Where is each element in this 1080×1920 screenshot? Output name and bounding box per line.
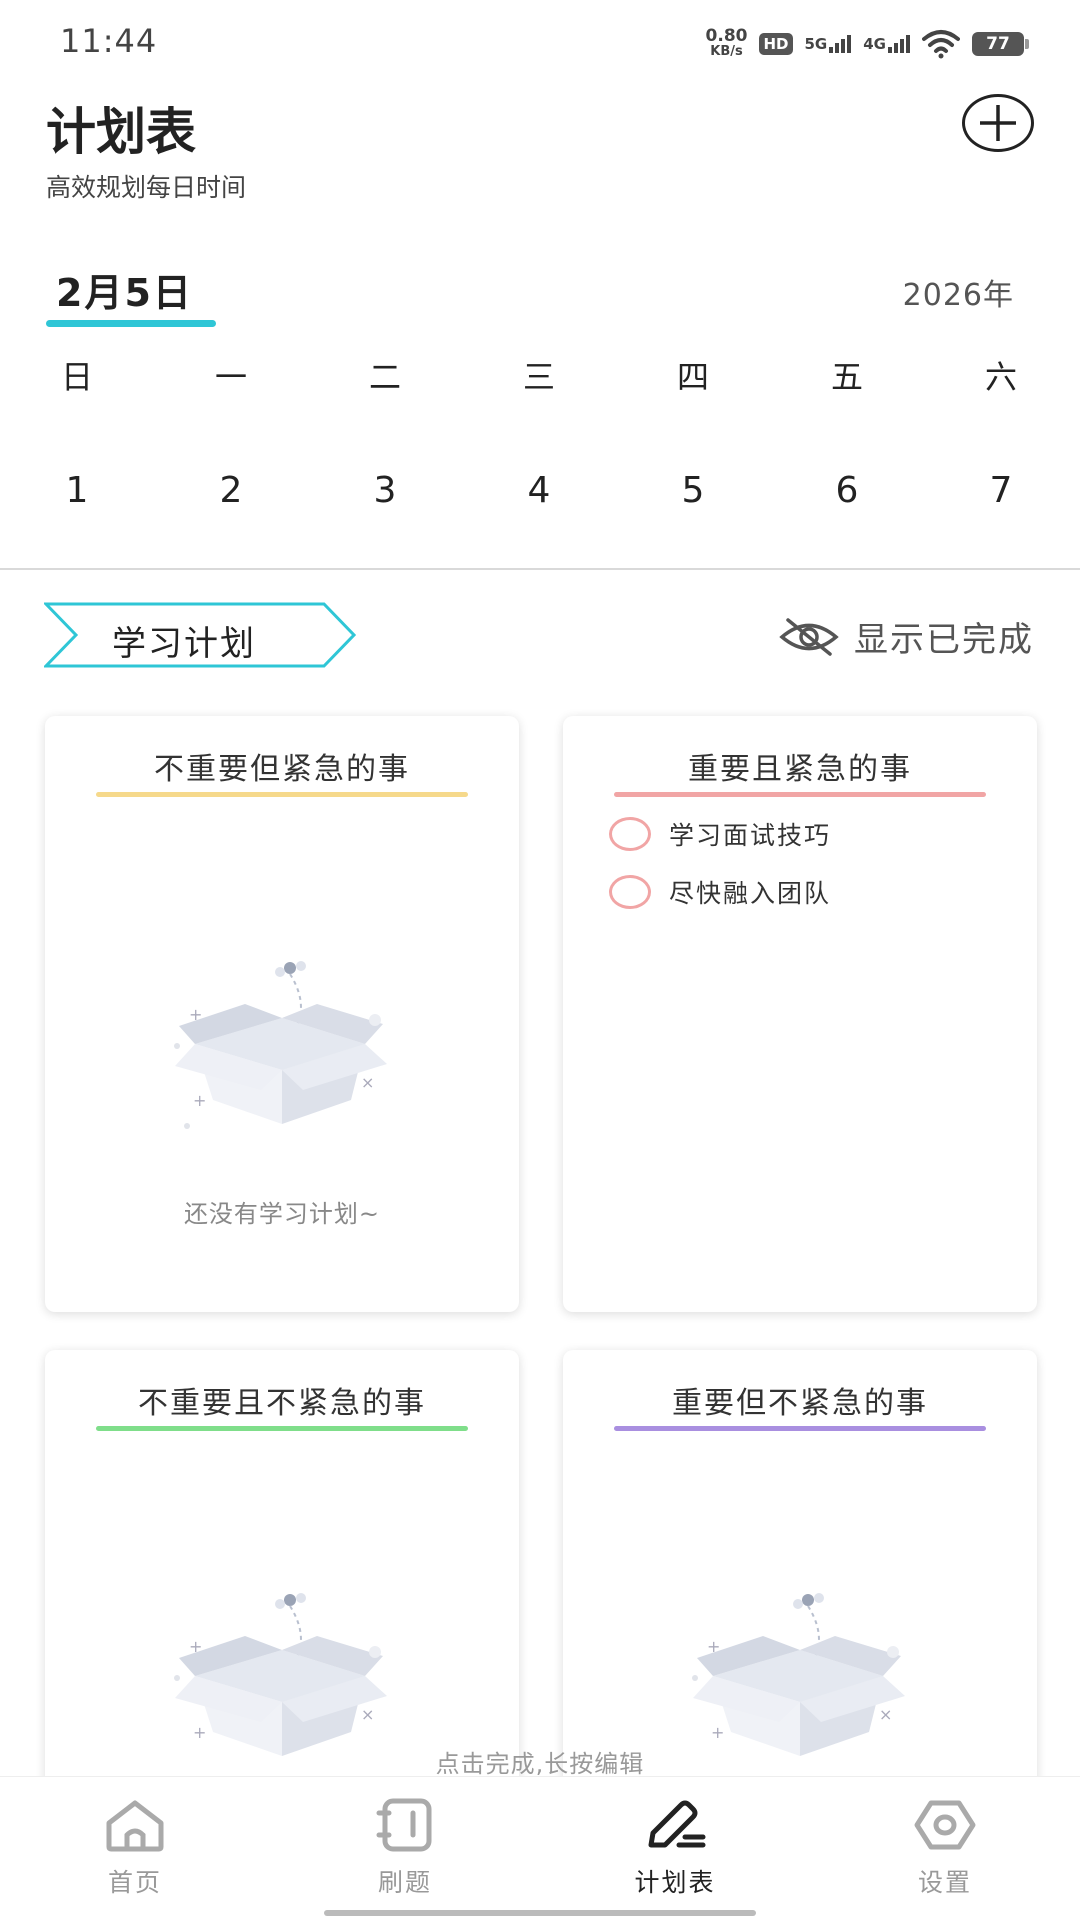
nav-label: 计划表 xyxy=(634,1868,716,1897)
day-cell[interactable]: 5 xyxy=(653,470,733,511)
svg-text:×: × xyxy=(879,1705,892,1724)
task-label: 学习面试技巧 xyxy=(669,821,832,850)
nav-item-practice[interactable]: 刷题 xyxy=(325,1797,485,1907)
weekday-fri: 五 xyxy=(830,358,863,396)
home-icon xyxy=(106,1800,164,1852)
sim1-label: 5G xyxy=(804,35,828,53)
wifi-icon xyxy=(922,30,960,59)
nav-item-planner[interactable]: 计划表 xyxy=(595,1797,755,1907)
quadrant-color-line xyxy=(614,792,986,797)
svg-text:+: + xyxy=(707,1637,720,1656)
nav-item-settings[interactable]: 设置 xyxy=(865,1797,1025,1907)
network-speed-unit: KB/s xyxy=(710,44,743,59)
signal-4g-icon: 4G xyxy=(863,35,910,53)
day-cell[interactable]: 2 xyxy=(191,470,271,511)
nav-label: 刷题 xyxy=(377,1868,432,1897)
selected-date[interactable]: 2月5日 xyxy=(56,262,193,317)
quadrant-title: 不重要但紧急的事 xyxy=(154,752,410,787)
hd-icon: HD xyxy=(759,33,793,55)
svg-text:×: × xyxy=(361,1073,374,1092)
nav-item-home[interactable]: 首页 xyxy=(55,1797,215,1907)
svg-text:+: + xyxy=(189,1637,202,1656)
notebook-icon xyxy=(376,1798,432,1852)
weekday-mon: 一 xyxy=(214,358,247,396)
battery-level: 77 xyxy=(986,34,1010,54)
weekday-sun: 日 xyxy=(60,358,93,396)
task-item[interactable]: 尽快融入团队 xyxy=(609,874,831,910)
day-cell[interactable]: 4 xyxy=(499,470,579,511)
weekday-thu: 四 xyxy=(676,358,709,396)
eye-off-icon xyxy=(779,617,839,656)
page-title: 计划表 xyxy=(46,103,196,161)
show-completed-toggle[interactable]: 显示已完成 xyxy=(778,612,1034,661)
empty-state-text: 还没有学习计划~ xyxy=(183,1200,381,1228)
home-indicator[interactable] xyxy=(324,1910,756,1916)
quadrant-title: 不重要且不紧急的事 xyxy=(138,1386,426,1421)
page-subtitle: 高效规划每日时间 xyxy=(46,173,247,202)
bottom-nav: 首页 刷题 计划表 设置 xyxy=(0,1776,1080,1920)
task-checkbox[interactable] xyxy=(609,817,651,851)
show-completed-label: 显示已完成 xyxy=(854,620,1034,660)
status-bar: 11:44 0.80 KB/s HD 5G 4G 77 xyxy=(0,0,1080,80)
sim2-label: 4G xyxy=(863,35,886,53)
quadrant-card-not-urgent-not-important: 不重要且不紧急的事 + + × xyxy=(45,1350,519,1790)
quadrant-card-urgent-important: 重要且紧急的事 学习面试技巧 尽快融入团队 xyxy=(563,716,1037,1312)
weekday-header: 日 一 二 三 四 五 六 xyxy=(0,352,1080,402)
quadrant-color-line xyxy=(96,1426,468,1431)
task-checkbox[interactable] xyxy=(609,875,651,909)
weekday-wed: 三 xyxy=(522,358,555,396)
empty-box-illustration: + + × xyxy=(174,961,387,1129)
task-label: 尽快融入团队 xyxy=(669,879,832,908)
pencil-icon xyxy=(648,1800,706,1848)
svg-text:+: + xyxy=(189,1005,202,1024)
plan-category-tag[interactable]: 学习计划 xyxy=(44,602,356,668)
day-selector: 1 2 3 4 5 6 7 xyxy=(0,470,1080,520)
svg-text:+: + xyxy=(193,1723,206,1742)
svg-text:+: + xyxy=(711,1723,724,1742)
divider xyxy=(0,568,1080,570)
weekday-tue: 二 xyxy=(368,358,401,396)
usage-hint: 点击完成,长按编辑 xyxy=(435,1750,645,1778)
day-cell[interactable]: 3 xyxy=(345,470,425,511)
nav-label: 首页 xyxy=(107,1868,162,1897)
svg-text:×: × xyxy=(361,1705,374,1724)
year-label: 2026年 xyxy=(902,278,1014,313)
network-speed-value: 0.80 xyxy=(705,26,748,46)
date-underline xyxy=(46,320,216,327)
settings-icon xyxy=(914,1800,976,1850)
quadrant-title: 重要且紧急的事 xyxy=(688,752,912,787)
quadrant-color-line xyxy=(96,792,468,797)
plan-category-label: 学习计划 xyxy=(112,624,256,664)
day-cell[interactable]: 1 xyxy=(37,470,117,511)
task-item[interactable]: 学习面试技巧 xyxy=(609,816,831,852)
plus-circle-icon xyxy=(980,105,1016,141)
quadrant-color-line xyxy=(614,1426,986,1431)
nav-label: 设置 xyxy=(917,1868,972,1897)
status-icons: 0.80 KB/s HD 5G 4G 77 xyxy=(705,24,1029,64)
quadrant-card-urgent-not-important: 不重要但紧急的事 + + × 还没有学习计划~ xyxy=(45,716,519,1312)
network-speed: 0.80 KB/s xyxy=(705,26,748,60)
add-plan-button[interactable] xyxy=(962,94,1034,152)
svg-text:+: + xyxy=(193,1091,206,1110)
quadrant-card-important-not-urgent: 重要但不紧急的事 + + × xyxy=(563,1350,1037,1790)
quadrant-title: 重要但不紧急的事 xyxy=(672,1386,928,1421)
battery-icon: 77 xyxy=(972,32,1029,56)
signal-5g-icon: 5G xyxy=(805,35,852,53)
day-cell[interactable]: 7 xyxy=(961,470,1041,511)
status-time: 11:44 xyxy=(60,22,158,60)
day-cell[interactable]: 6 xyxy=(807,470,887,511)
weekday-sat: 六 xyxy=(984,358,1017,396)
